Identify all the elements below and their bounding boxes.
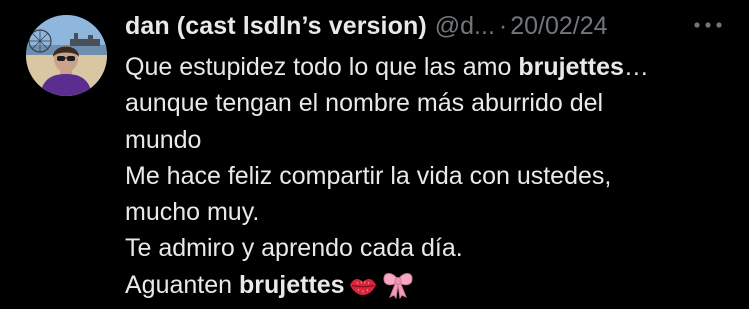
tweet-line: Me hace feliz compartir la vida con uste… [125, 158, 735, 194]
bold-text-segment: brujettes [518, 53, 624, 81]
tweet-date[interactable]: 20/02/24 [510, 12, 607, 40]
separator-dot: · [498, 12, 508, 40]
text-segment: Aguanten [125, 270, 239, 299]
tweet-line: Te admiro y aprendo cada día. [125, 230, 735, 266]
user-handle[interactable]: @d... [435, 12, 495, 40]
profile-photo [26, 15, 107, 96]
display-name[interactable]: dan (cast lsdln’s version) [125, 12, 427, 40]
tweet-line: aunque tengan el nombre más aburrido del [125, 85, 735, 121]
more-options-button[interactable] [691, 10, 725, 40]
tweet-line: mundo [125, 122, 735, 158]
text-segment: Que estupidez todo lo que las amo [125, 53, 519, 81]
tweet-card[interactable]: dan (cast lsdln’s version) @d... · 20/02/24… [0, 0, 749, 307]
tweet-line: Que estupidez todo lo que las amo brujet… [125, 49, 735, 85]
pink-bow-icon [381, 269, 415, 309]
text-segment: mucho muy. [125, 198, 260, 227]
avatar[interactable] [26, 15, 107, 96]
text-segment: Me hace feliz compartir la vida con uste… [125, 161, 612, 190]
text-segment: aunque tengan el nombre más aburrido del [125, 89, 604, 118]
tweet-line: mucho muy. [125, 194, 735, 230]
bold-text-segment: brujettes [239, 270, 345, 299]
text-segment: Te admiro y aprendo cada día. [125, 234, 463, 263]
lips-kiss-icon [348, 273, 378, 309]
tweet-header: dan (cast lsdln’s version) @d... · 20/02/24 [125, 8, 735, 44]
tweet-text: Que estupidez todo lo que las amo brujet… [125, 49, 735, 309]
text-segment: … [623, 53, 649, 81]
text-segment: mundo [125, 125, 202, 154]
tweet-line: Aguanten brujettes [125, 267, 735, 309]
more-horizontal-icon [694, 22, 722, 28]
